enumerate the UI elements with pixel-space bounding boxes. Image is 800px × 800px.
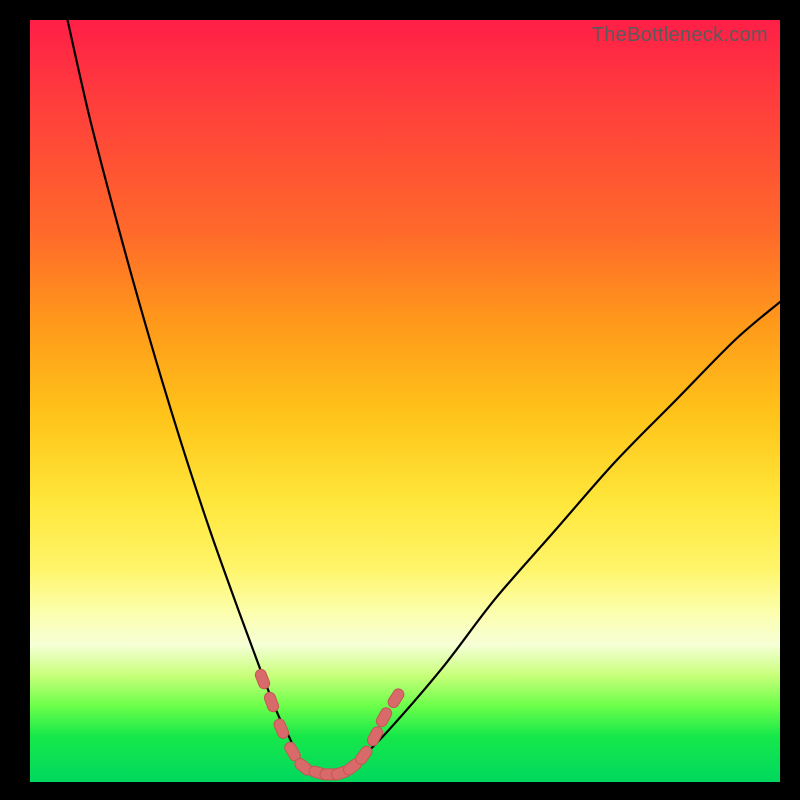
curve-marker bbox=[272, 717, 290, 740]
chart-frame: TheBottleneck.com bbox=[0, 0, 800, 800]
bottleneck-curve bbox=[68, 20, 781, 774]
plot-area: TheBottleneck.com bbox=[30, 20, 780, 782]
curve-marker bbox=[254, 668, 272, 691]
curve-marker bbox=[365, 725, 384, 748]
curve-markers bbox=[254, 668, 406, 782]
curve-marker bbox=[263, 691, 280, 714]
curve-marker bbox=[374, 706, 393, 729]
bottleneck-curve-svg bbox=[30, 20, 780, 782]
curve-marker bbox=[386, 687, 406, 710]
